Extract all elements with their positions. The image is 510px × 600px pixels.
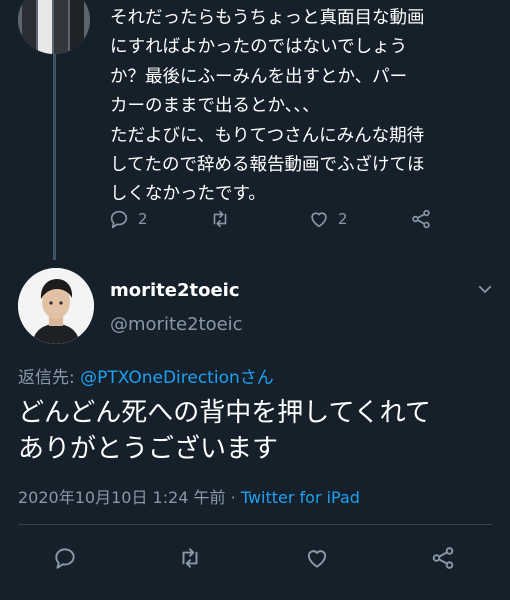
author-display-name[interactable]: morite2toeic [110, 280, 240, 301]
share-button[interactable] [410, 208, 432, 230]
tweet-text: どんどん死への背中を押してくれて ありがとうございます [18, 395, 498, 467]
reply-line: してたので辞める報告動画でふざけてほ [110, 155, 425, 176]
previous-reply-actions: 2 2 [108, 208, 432, 230]
share-button[interactable] [430, 545, 456, 571]
retweet-icon [182, 548, 198, 568]
previous-reply-avatar[interactable] [18, 0, 90, 54]
tweet-source-link[interactable]: Twitter for iPad [241, 488, 360, 507]
retweet-button[interactable] [208, 208, 308, 230]
replying-mention-link[interactable]: @PTXOneDirectionさん [80, 368, 274, 388]
heart-icon [311, 212, 327, 228]
tweet-meta: 2020年10月10日 1:24 午前 · Twitter for iPad [18, 484, 360, 508]
reply-count: 2 [138, 210, 148, 228]
tweet-timestamp[interactable]: 2020年10月10日 1:24 午前 [18, 488, 226, 507]
retweet-button[interactable] [176, 545, 304, 571]
previous-reply-text: それだったらもうちょっと真面目な動画 にすればよかったのではないでしょう か？最… [110, 4, 495, 210]
like-button[interactable]: 2 [308, 208, 410, 230]
like-count: 2 [338, 210, 348, 228]
meta-separator: · [225, 488, 241, 507]
reply-line: しくなかったです。 [110, 184, 266, 205]
reply-icon [55, 548, 75, 569]
reply-button[interactable] [52, 545, 176, 571]
reply-button[interactable]: 2 [108, 208, 208, 230]
reply-line: か？最後にふーみんを出すとか、パー [110, 66, 408, 87]
reply-line: それだったらもうちょっと真面目な動画 [110, 8, 425, 28]
reply-line: にすればよかったのではないでしょう [110, 37, 408, 58]
divider [18, 524, 492, 525]
tweet-actions [52, 545, 456, 571]
author-handle[interactable]: @morite2toeic [110, 314, 243, 335]
group-photo-image [18, 0, 90, 54]
tweet-line: どんどん死への背中を押してくれて [18, 398, 431, 428]
share-icon [432, 547, 454, 569]
author-avatar[interactable] [18, 268, 94, 344]
tweet-line: ありがとうございます [18, 434, 279, 464]
reply-icon [110, 210, 128, 229]
tweet-menu-button[interactable] [476, 280, 494, 302]
chevron-down-icon [478, 285, 492, 293]
reply-line: カーのままで出るとか、、、 [110, 96, 320, 117]
replying-to: 返信先: @PTXOneDirectionさん [18, 363, 274, 388]
thread-connector-line [53, 54, 56, 260]
like-button[interactable] [304, 545, 430, 571]
replying-label: 返信先: [18, 368, 81, 388]
share-icon [412, 209, 430, 229]
author-photo-image [18, 268, 94, 344]
heart-icon [307, 550, 327, 568]
retweet-icon [213, 210, 227, 228]
reply-line: ただよびに、もりてつさんにみんな期待 [110, 125, 425, 146]
